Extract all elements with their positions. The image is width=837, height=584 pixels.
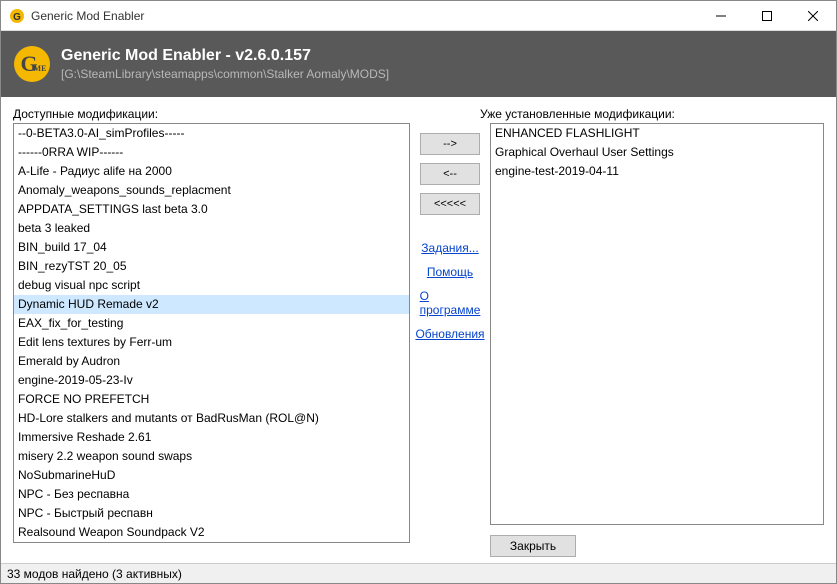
list-item[interactable]: Immersive Reshade 2.61 — [14, 428, 409, 447]
maximize-button[interactable] — [744, 1, 790, 30]
list-item[interactable]: --0-BETA3.0-AI_simProfiles----- — [14, 124, 409, 143]
list-item[interactable]: Anomaly_weapons_sounds_replacment — [14, 181, 409, 200]
center-controls: --> <-- <<<<< Задания... Помощь О програ… — [420, 123, 480, 557]
list-item[interactable]: HD-Lore stalkers and mutants от BadRusMa… — [14, 409, 409, 428]
disable-all-button[interactable]: <<<<< — [420, 193, 480, 215]
list-item[interactable]: Dynamic HUD Remade v2 — [14, 295, 409, 314]
banner-title: Generic Mod Enabler - v2.6.0.157 — [61, 47, 389, 65]
titlebar: G Generic Mod Enabler — [1, 1, 836, 31]
list-item[interactable]: EAX_fix_for_testing — [14, 314, 409, 333]
header-banner: G ME Generic Mod Enabler - v2.6.0.157 [G… — [1, 31, 836, 97]
help-link[interactable]: Помощь — [427, 265, 473, 279]
list-item[interactable]: NPC - Быстрый респавн — [14, 504, 409, 523]
list-item[interactable]: Edit lens textures by Ferr-um — [14, 333, 409, 352]
list-item[interactable]: BIN_rezyTST 20_05 — [14, 257, 409, 276]
minimize-button[interactable] — [698, 1, 744, 30]
list-item[interactable]: engine-2019-05-23-Iv — [14, 371, 409, 390]
labels-row: Доступные модификации: Уже установленные… — [1, 97, 836, 123]
list-item[interactable]: Emerald by Audron — [14, 352, 409, 371]
list-item[interactable]: BIN_build 17_04 — [14, 238, 409, 257]
list-item[interactable]: debug visual npc script — [14, 276, 409, 295]
list-item[interactable]: A-Life - Радиус alife на 2000 — [14, 162, 409, 181]
svg-text:G: G — [13, 12, 21, 23]
list-item[interactable]: APPDATA_SETTINGS last beta 3.0 — [14, 200, 409, 219]
list-item[interactable]: ENHANCED FLASHLIGHT — [491, 124, 823, 143]
enabled-mods-listbox[interactable]: ENHANCED FLASHLIGHTGraphical Overhaul Us… — [490, 123, 824, 525]
close-window-button[interactable] — [790, 1, 836, 30]
about-link[interactable]: О программе — [420, 289, 481, 317]
list-item[interactable]: engine-test-2019-04-11 — [491, 162, 823, 181]
list-item[interactable]: SCOPES AREA — [14, 542, 409, 543]
list-item[interactable]: Realsound Weapon Soundpack V2 — [14, 523, 409, 542]
list-item[interactable]: misery 2.2 weapon sound swaps — [14, 447, 409, 466]
window-title: Generic Mod Enabler — [31, 9, 698, 23]
close-button[interactable]: Закрыть — [490, 535, 576, 557]
window-controls — [698, 1, 836, 30]
list-item[interactable]: NoSubmarineHuD — [14, 466, 409, 485]
banner-subtitle: [G:\SteamLibrary\steamapps\common\Stalke… — [61, 67, 389, 81]
enable-button[interactable]: --> — [420, 133, 480, 155]
enabled-label: Уже установленные модификации: — [480, 107, 675, 121]
list-item[interactable]: NPC - Без респавна — [14, 485, 409, 504]
statusbar: 33 модов найдено (3 активных) — [1, 563, 836, 583]
app-icon: G — [9, 8, 25, 24]
right-column: ENHANCED FLASHLIGHTGraphical Overhaul Us… — [490, 123, 824, 557]
available-mods-listbox[interactable]: --0-BETA3.0-AI_simProfiles-----------0RR… — [13, 123, 410, 543]
list-item[interactable]: ------0RRA WIP------ — [14, 143, 409, 162]
statusbar-text: 33 модов найдено (3 активных) — [7, 567, 182, 581]
svg-text:ME: ME — [34, 64, 47, 73]
disable-button[interactable]: <-- — [420, 163, 480, 185]
banner-icon: G ME — [13, 45, 51, 83]
list-item[interactable]: beta 3 leaked — [14, 219, 409, 238]
updates-link[interactable]: Обновления — [415, 327, 484, 341]
content-area: --0-BETA3.0-AI_simProfiles-----------0RR… — [1, 123, 836, 563]
tasks-link[interactable]: Задания... — [421, 241, 478, 255]
list-item[interactable]: FORCE NO PREFETCH — [14, 390, 409, 409]
available-label: Доступные модификации: — [13, 107, 410, 121]
list-item[interactable]: Graphical Overhaul User Settings — [491, 143, 823, 162]
